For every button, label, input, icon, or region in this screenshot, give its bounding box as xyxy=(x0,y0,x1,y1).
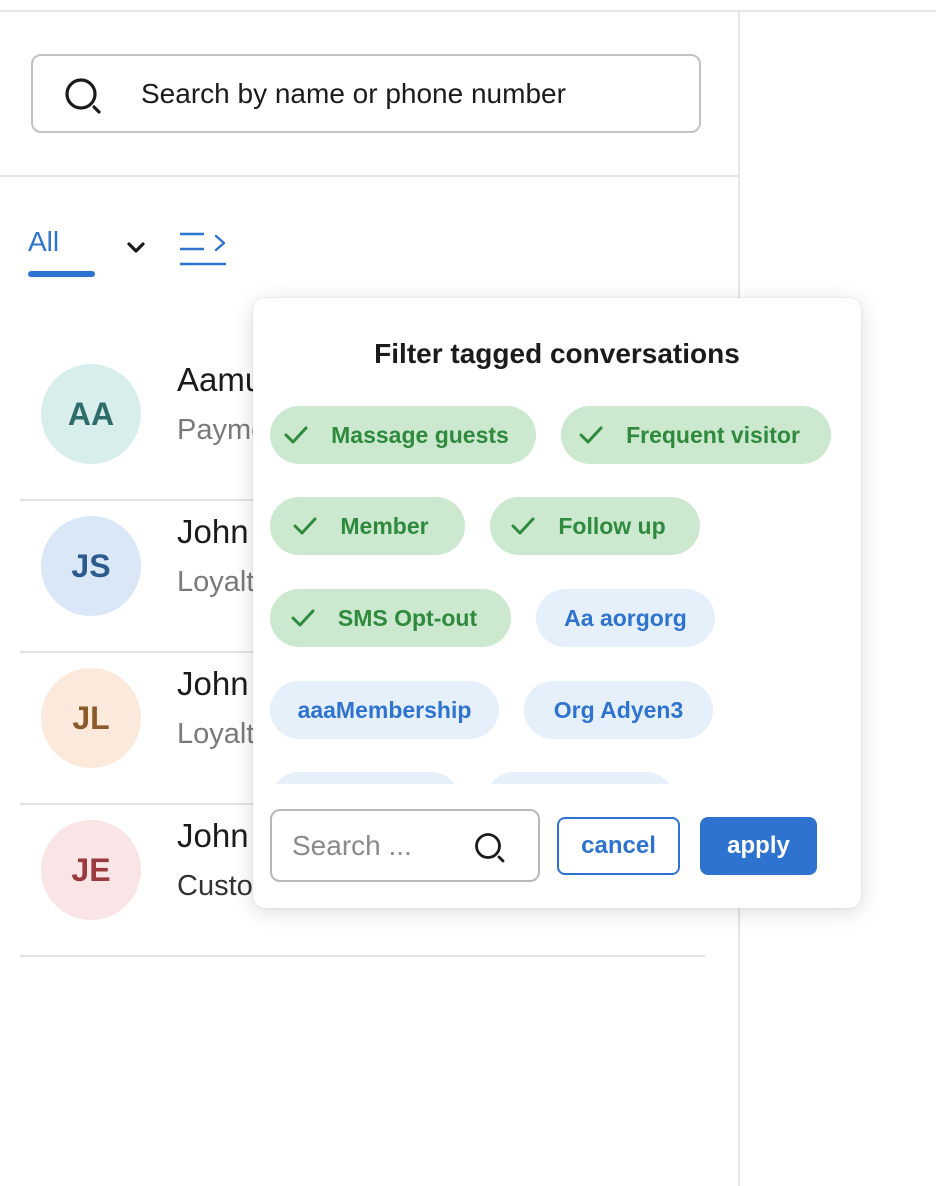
contact-name: John xyxy=(177,513,249,550)
tag-chip[interactable] xyxy=(270,772,460,784)
tab-all[interactable]: All xyxy=(28,226,59,258)
section-divider xyxy=(0,175,738,177)
tag-list[interactable]: Massage guests Frequent visitor Member F… xyxy=(253,402,861,784)
tag-chip[interactable]: Massage guests xyxy=(270,406,536,464)
apply-button[interactable]: apply xyxy=(700,817,817,875)
tag-label: Massage guests xyxy=(331,421,509,448)
tag-chip[interactable]: Aa aorgorg xyxy=(536,589,715,647)
row-divider xyxy=(20,955,705,957)
contact-subtitle: Custo xyxy=(177,870,253,902)
tag-search-input[interactable] xyxy=(292,823,467,869)
tag-search-field[interactable] xyxy=(270,809,540,882)
filter-popover: Filter tagged conversations Massage gues… xyxy=(253,298,861,908)
tag-chip[interactable]: Frequent visitor xyxy=(561,406,831,464)
search-input[interactable] xyxy=(141,70,681,118)
tag-chip[interactable]: Follow up xyxy=(490,497,700,555)
contact-subtitle: Loyalt xyxy=(177,718,255,750)
tag-label: Member xyxy=(340,512,429,539)
tag-label: Frequent visitor xyxy=(626,421,800,448)
avatar: JS xyxy=(41,516,141,616)
contact-name: John xyxy=(177,665,249,702)
tag-label: aaaMembership xyxy=(297,696,472,723)
contact-subtitle: Loyalt xyxy=(177,566,255,598)
cancel-button[interactable]: cancel xyxy=(557,817,680,875)
tag-chip[interactable]: SMS Opt-out xyxy=(270,589,511,647)
tag-chip[interactable]: aaaMembership xyxy=(270,681,499,739)
check-icon xyxy=(579,426,603,444)
search-icon xyxy=(65,78,101,114)
filter-list-icon[interactable] xyxy=(178,228,230,270)
check-icon xyxy=(293,517,317,535)
tag-label: Follow up xyxy=(558,512,666,539)
avatar: AA xyxy=(41,364,141,464)
search-icon xyxy=(475,833,505,863)
search-field[interactable] xyxy=(31,54,701,133)
top-divider xyxy=(0,10,936,12)
avatar: JE xyxy=(41,820,141,920)
tab-active-indicator xyxy=(28,271,95,277)
contact-name: John xyxy=(177,817,249,854)
tag-label: Aa aorgorg xyxy=(564,604,687,631)
tag-chip[interactable] xyxy=(485,772,675,784)
tag-label: Org Adyen3 xyxy=(553,696,684,723)
check-icon xyxy=(291,609,315,627)
check-icon xyxy=(511,517,535,535)
check-icon xyxy=(284,426,308,444)
tag-label: SMS Opt-out xyxy=(337,604,478,631)
chevron-down-icon[interactable] xyxy=(124,238,148,258)
avatar: JL xyxy=(41,668,141,768)
contact-name: Aamu xyxy=(177,361,264,398)
tag-chip[interactable]: Member xyxy=(270,497,465,555)
popover-title: Filter tagged conversations xyxy=(374,338,740,369)
tag-chip[interactable]: Org Adyen3 xyxy=(524,681,713,739)
